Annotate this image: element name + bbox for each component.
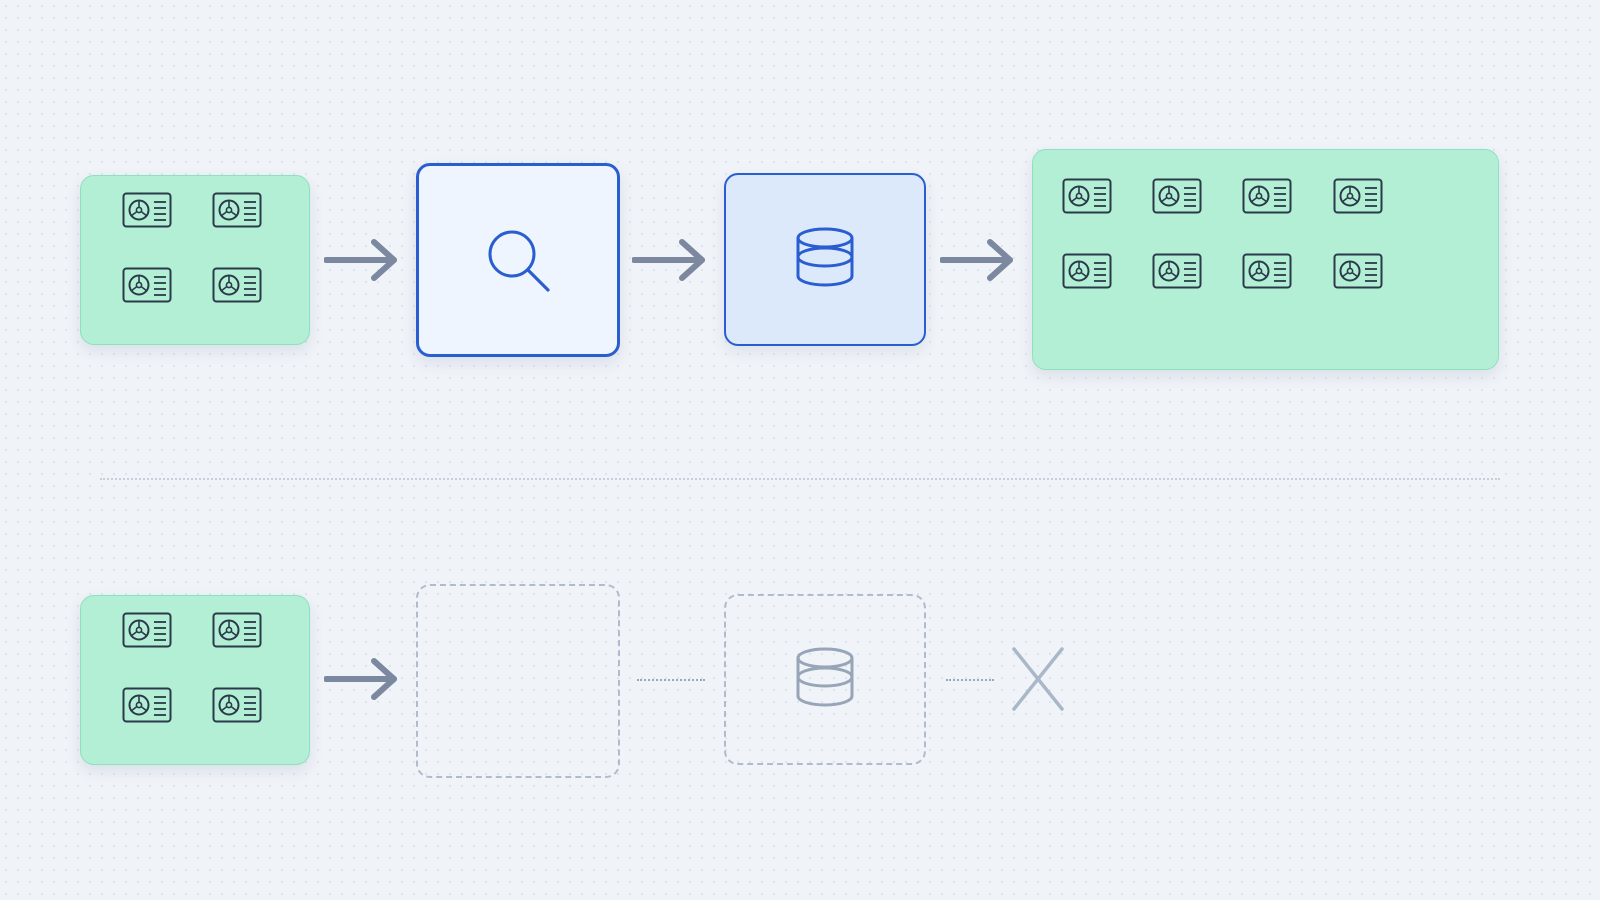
id-card-icon: [122, 192, 172, 228]
arrow-right-icon: [324, 655, 400, 703]
arrow-right-icon: [324, 236, 400, 284]
id-card-icon: [212, 612, 262, 648]
id-card-icon: [212, 687, 262, 723]
input-cards-top: [80, 175, 310, 345]
id-card-icon: [1242, 178, 1292, 214]
search-icon: [488, 230, 550, 292]
dotted-connector: [946, 679, 994, 681]
dotted-connector: [637, 679, 705, 681]
id-card-icon: [212, 267, 262, 303]
database-step: [724, 173, 926, 346]
database-step-ghost: [724, 594, 926, 765]
database-icon: [796, 647, 854, 706]
id-card-icon: [1062, 178, 1112, 214]
output-cards: [1032, 149, 1499, 370]
id-card-icon: [122, 687, 172, 723]
id-card-icon: [1333, 253, 1383, 289]
missing-search-step: [416, 584, 620, 778]
id-card-icon: [1152, 178, 1202, 214]
id-card-icon: [1242, 253, 1292, 289]
x-mark-icon: [1012, 647, 1064, 711]
id-card-icon: [122, 612, 172, 648]
id-card-icon: [1152, 253, 1202, 289]
search-step: [416, 163, 620, 357]
id-card-icon: [1062, 253, 1112, 289]
arrow-right-icon: [940, 236, 1016, 284]
input-cards-bottom: [80, 595, 310, 765]
database-icon: [796, 227, 854, 286]
id-card-icon: [1333, 178, 1383, 214]
arrow-right-icon: [632, 236, 708, 284]
section-divider: [100, 478, 1500, 480]
id-card-icon: [122, 267, 172, 303]
id-card-icon: [212, 192, 262, 228]
